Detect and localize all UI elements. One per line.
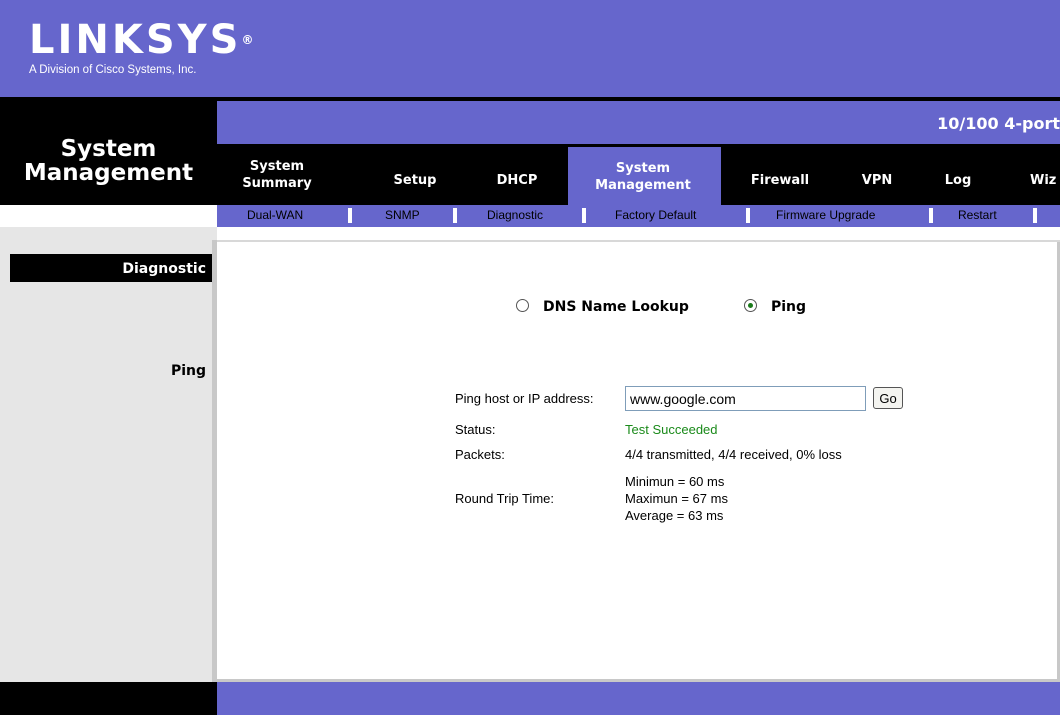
radio-label-ping: Ping [771, 299, 807, 315]
radio-dns-lookup[interactable] [516, 299, 529, 312]
tab-vpn[interactable]: VPN [852, 172, 902, 189]
status-value: Test Succeeded [625, 422, 718, 437]
tab-setup[interactable]: Setup [380, 172, 450, 189]
radio-ping[interactable] [744, 299, 757, 312]
footer-bar [217, 682, 1060, 715]
sidebar-subsection-ping: Ping [170, 363, 206, 379]
subnav-diagnostic[interactable]: Diagnostic [487, 208, 543, 222]
rtt-label: Round Trip Time: [455, 491, 554, 506]
subnav-factory-default[interactable]: Factory Default [615, 208, 696, 222]
ping-host-input[interactable] [625, 386, 866, 411]
page-title: System Management [23, 136, 194, 186]
rtt-min: Minimun = 60 ms [625, 474, 725, 489]
subnav-separator [348, 208, 352, 223]
sidebar-section-diagnostic: Diagnostic [122, 261, 206, 277]
tab-wizard[interactable]: Wiz [1030, 172, 1060, 189]
tab-firewall[interactable]: Firewall [740, 172, 820, 189]
sidebar [0, 227, 217, 682]
subnav-dual-wan[interactable]: Dual-WAN [247, 208, 303, 222]
product-bar [217, 101, 1060, 144]
footer-left [0, 682, 217, 715]
tab-system-summary[interactable]: System Summary [232, 158, 322, 192]
tab-dhcp[interactable]: DHCP [482, 172, 552, 189]
subnav-separator [929, 208, 933, 223]
subnav-firmware-upgrade[interactable]: Firmware Upgrade [776, 208, 875, 222]
logo-subtitle: A Division of Cisco Systems, Inc. [29, 64, 197, 76]
subnav-separator [746, 208, 750, 223]
radio-label-dns-lookup: DNS Name Lookup [543, 299, 689, 315]
rtt-avg: Average = 63 ms [625, 508, 724, 523]
tab-log[interactable]: Log [936, 172, 980, 189]
subnav-separator [582, 208, 586, 223]
subnav-separator [453, 208, 457, 223]
subnav-restart[interactable]: Restart [958, 208, 997, 222]
go-button[interactable]: Go [873, 387, 903, 409]
packets-value: 4/4 transmitted, 4/4 received, 0% loss [625, 447, 842, 462]
linksys-logo: LINKSYS® [29, 17, 254, 63]
subnav-snmp[interactable]: SNMP [385, 208, 420, 222]
radio-selected-dot [748, 303, 753, 308]
packets-label: Packets: [455, 447, 505, 462]
status-label: Status: [455, 422, 496, 437]
host-label: Ping host or IP address: [455, 391, 594, 406]
product-name: 10/100 4-port [937, 114, 1060, 133]
subnav-separator [1033, 208, 1037, 223]
rtt-max: Maximun = 67 ms [625, 491, 728, 506]
tab-system-management[interactable]: System Management [578, 160, 708, 194]
